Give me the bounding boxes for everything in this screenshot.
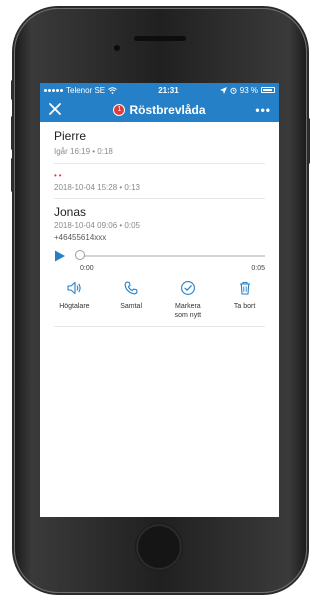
unread-badge: 1 — [113, 103, 126, 116]
progress-thumb[interactable] — [75, 250, 85, 260]
voicemail-meta: Igår 16:19 • 0:18 — [54, 147, 113, 156]
page-title: Röstbrevlåda — [129, 102, 206, 117]
caller-name: •• — [54, 171, 64, 180]
clock: 21:31 — [158, 85, 179, 95]
action-bar: Högtalare Samtal Markera som nytt Ta bor… — [40, 280, 279, 320]
mark-as-new-label: Markera som nytt — [174, 303, 202, 319]
delete-button[interactable]: Ta bort — [216, 280, 273, 320]
mark-as-new-button[interactable]: Markera som nytt — [160, 280, 217, 320]
speaker-icon — [67, 281, 82, 295]
nav-bar: 1 Röstbrevlåda ••• — [40, 97, 279, 122]
earpiece-speaker — [134, 36, 186, 41]
nav-title: 1 Röstbrevlåda — [40, 97, 279, 122]
play-icon[interactable] — [54, 250, 66, 262]
voicemail-item[interactable]: •• 2018-10-04 15:28 • 0:13 — [40, 164, 279, 198]
volume-up-button — [11, 116, 14, 150]
call-label: Samtal — [120, 303, 143, 310]
location-icon — [219, 86, 227, 94]
caller-name: Jonas — [54, 205, 87, 219]
home-button[interactable] — [135, 523, 183, 571]
power-button — [307, 118, 310, 164]
battery-percent: 93 % — [239, 85, 258, 95]
delete-label: Ta bort — [233, 303, 256, 310]
signal-icon — [44, 88, 63, 92]
app-screen: Telenor SE 21:31 93 % 1 Röstbrevlåda •••… — [40, 83, 279, 517]
wifi-icon — [108, 86, 117, 94]
speaker-label: Högtalare — [59, 303, 90, 310]
front-camera — [114, 45, 120, 51]
speaker-button[interactable]: Högtalare — [46, 280, 103, 320]
status-bar: Telenor SE 21:31 93 % — [40, 83, 279, 97]
alarm-icon — [230, 87, 237, 94]
mute-switch — [11, 80, 14, 100]
progress-track[interactable] — [75, 250, 265, 260]
voicemail-item[interactable]: Pierre Igår 16:19 • 0:18 — [40, 122, 279, 163]
more-options-icon[interactable]: ••• — [255, 103, 271, 117]
caller-name: Pierre — [54, 129, 87, 143]
call-button[interactable]: Samtal — [103, 280, 160, 320]
trash-icon — [239, 281, 250, 295]
divider — [54, 326, 265, 327]
carrier-label: Telenor SE — [66, 85, 106, 95]
audio-player — [40, 250, 279, 262]
voicemail-meta: 2018-10-04 15:28 • 0:13 — [54, 183, 140, 192]
battery-icon — [261, 87, 275, 93]
position-time: 0:00 — [80, 265, 94, 272]
check-circle-icon — [180, 281, 195, 295]
voicemail-item-expanded[interactable]: Jonas 2018-10-04 09:06 • 0:05 +46455614x… — [40, 199, 279, 242]
voicemail-meta: 2018-10-04 09:06 • 0:05 — [54, 221, 140, 230]
duration-time: 0:05 — [251, 265, 265, 272]
volume-down-button — [11, 158, 14, 192]
player-times: 0:00 0:05 — [40, 265, 279, 272]
phone-icon — [124, 281, 138, 295]
caller-number: +46455614xxx — [54, 233, 107, 242]
